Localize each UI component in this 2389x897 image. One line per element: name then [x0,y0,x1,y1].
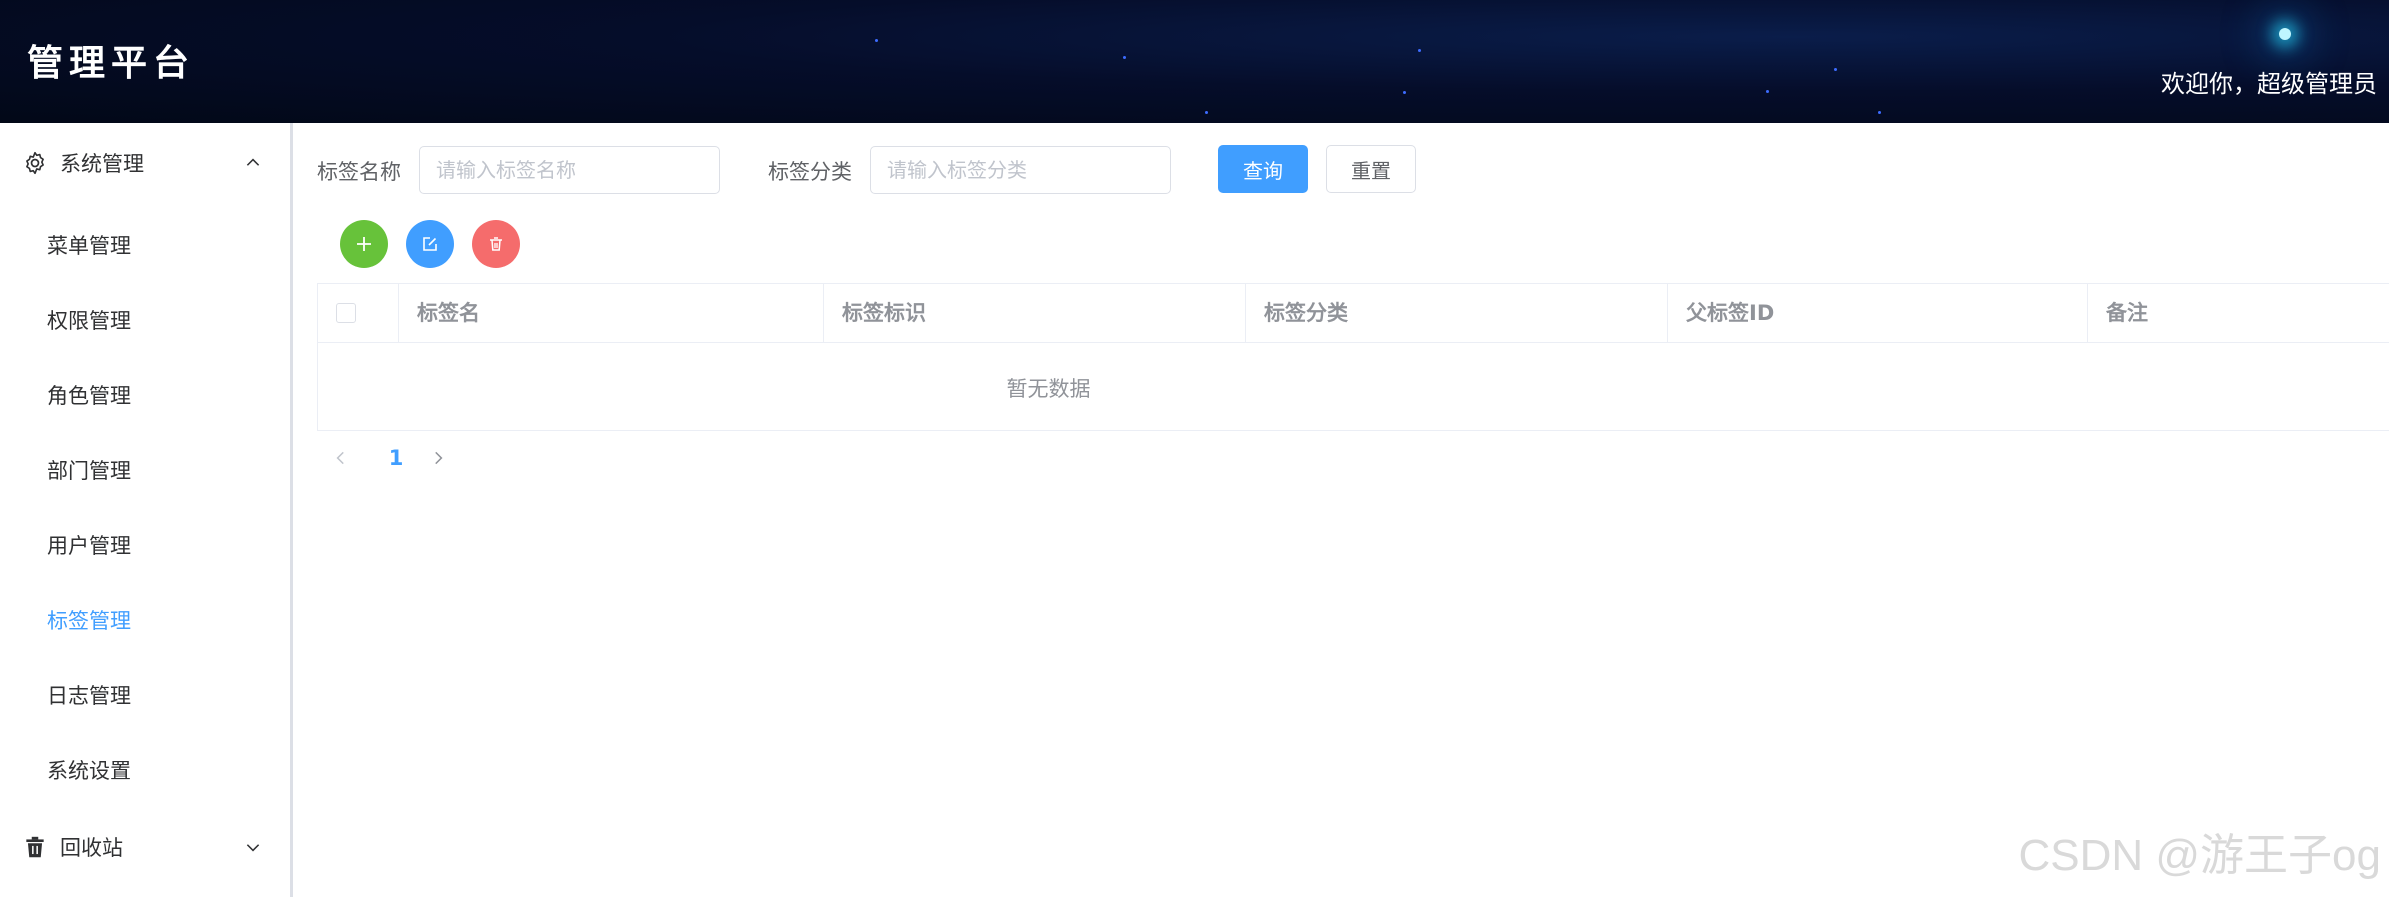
select-all-cell [318,284,399,343]
sidebar-item-menu[interactable]: 菜单管理 [0,215,290,275]
sidebar: 系统管理 菜单管理 权限管理 角色管理 部门管理 用户管理 标签管理 日志管理 … [0,123,293,897]
column-header: 父标签ID [1668,284,2088,343]
delete-icon [490,237,502,251]
watermark: CSDN @游王子og [2018,831,2381,880]
sidebar-group-system[interactable]: 系统管理 [0,133,290,193]
star-decoration [1123,56,1126,59]
chevron-up-icon [246,158,260,166]
star-decoration [1766,90,1769,93]
sidebar-group-label: 系统管理 [60,152,144,176]
reset-button[interactable]: 重置 [1326,145,1416,193]
tag-table: 标签名 标签标识 标签分类 父标签ID 备注 暂无数据 [317,283,2389,431]
empty-placeholder: 暂无数据 [1006,376,1091,401]
star-decoration [1878,111,1881,114]
chevron-left-icon[interactable] [332,448,350,468]
sidebar-item-settings[interactable]: 系统设置 [0,740,290,800]
table-header: 标签名 标签标识 标签分类 父标签ID 备注 [318,284,2389,343]
sidebar-group-label: 回收站 [60,836,123,860]
tag-name-input[interactable] [419,146,720,194]
star-decoration [1403,91,1406,94]
tag-name-label: 标签名称 [317,160,401,184]
star-decoration [1834,68,1837,71]
sidebar-item-user[interactable]: 用户管理 [0,515,290,575]
main-content: 标签名称 标签分类 查询 重置 标签名 标签标识 标签分类 父标签ID 备注 [296,123,2389,897]
edit-icon [423,237,437,251]
sidebar-item-label: 菜单管理 [47,234,131,258]
add-button[interactable] [340,220,388,268]
query-button[interactable]: 查询 [1218,145,1308,193]
sidebar-item-label: 部门管理 [47,459,131,483]
column-header: 标签标识 [824,284,1246,343]
star-decoration [1418,49,1421,52]
chevron-down-icon [246,844,260,852]
welcome-text: 欢迎你，超级管理员 [2161,70,2377,98]
sidebar-item-role[interactable]: 角色管理 [0,365,290,425]
glow-star-decoration [2279,28,2291,40]
app-logo: 管理平台 [27,42,196,84]
star-decoration [1205,111,1208,114]
plus-icon [357,237,371,251]
sidebar-item-tag[interactable]: 标签管理 [0,590,290,650]
tag-category-input[interactable] [870,146,1171,194]
sidebar-item-label: 角色管理 [47,384,131,408]
chevron-right-icon[interactable] [429,448,447,468]
sidebar-group-recycle[interactable]: 回收站 [0,817,290,877]
column-header: 标签名 [399,284,824,343]
sidebar-item-label: 权限管理 [47,309,131,333]
page-number[interactable]: 1 [383,443,409,473]
sidebar-item-label: 系统设置 [47,759,131,783]
edit-button[interactable] [406,220,454,268]
sidebar-item-label: 标签管理 [47,609,131,633]
sidebar-item-permission[interactable]: 权限管理 [0,290,290,350]
column-header: 备注 [2106,301,2148,325]
top-header: 管理平台 欢迎你，超级管理员 [0,0,2389,123]
trash-icon [26,836,44,858]
select-all-checkbox[interactable] [336,303,356,323]
sidebar-item-label: 用户管理 [47,534,131,558]
sidebar-item-label: 日志管理 [47,684,131,708]
gear-icon [26,151,44,175]
star-decoration [875,39,878,42]
sidebar-item-department[interactable]: 部门管理 [0,440,290,500]
column-header: 标签分类 [1246,284,1668,343]
tag-category-label: 标签分类 [768,160,852,184]
sidebar-item-log[interactable]: 日志管理 [0,665,290,725]
delete-button[interactable] [472,220,520,268]
